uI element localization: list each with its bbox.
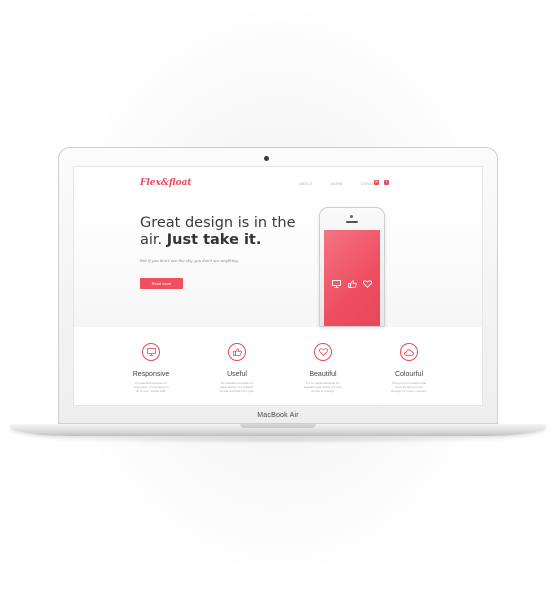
nav-item-work[interactable]: WORK (331, 182, 343, 186)
site-logo[interactable]: Flex&float (140, 178, 192, 188)
feature-beautiful: Beautiful It's so useful because it's be… (292, 343, 354, 393)
phone-mockup (319, 207, 385, 327)
feature-title: Responsive (132, 371, 170, 378)
thumbs-up-icon (228, 343, 246, 361)
feature-title: Colourful (394, 371, 423, 378)
monitor-icon (332, 280, 341, 288)
heart-icon (363, 280, 372, 288)
phone-screen (324, 230, 380, 326)
feature-responsive: Responsive It's beautiful because it's r… (120, 343, 182, 393)
feature-description: There is lot of colours that you love an… (390, 381, 428, 393)
cloud-icon (400, 343, 418, 361)
laptop-screen: Flex&float ABOUT WORK CONTACT ✉ f Great … (73, 166, 483, 406)
laptop-brand-label: MacBook Air (257, 412, 299, 419)
feature-title: Useful (227, 371, 247, 378)
monitor-icon (142, 343, 160, 361)
laptop-shadow (30, 436, 526, 444)
features-row: Responsive It's beautiful because it's r… (120, 343, 440, 393)
hero-headline: Great design is in the air. Just take it… (140, 215, 310, 249)
laptop-bezel-bottom: MacBook Air (59, 407, 497, 424)
headline-bold: Just take it. (166, 232, 262, 248)
webcam (264, 156, 269, 161)
feature-description: It's so useful because it's beautiful an… (304, 381, 342, 393)
nav-item-about[interactable]: ABOUT (299, 182, 313, 186)
feature-colourful: Colourful There is lot of colours that y… (378, 343, 440, 393)
social-links: ✉ f (374, 180, 389, 185)
mail-icon[interactable]: ✉ (374, 180, 379, 185)
phone-camera (350, 215, 353, 218)
feature-description: It's beautiful because it's great design… (219, 381, 255, 393)
feature-useful: Useful It's beautiful because it's great… (206, 343, 268, 393)
facebook-icon[interactable]: f (384, 180, 389, 185)
phone-speaker (346, 221, 358, 223)
phone-icon-row (332, 280, 372, 288)
main-nav: ABOUT WORK CONTACT (299, 182, 379, 186)
feature-description: It's beautiful because it's responsive, … (133, 381, 169, 393)
thumbs-up-icon (347, 280, 357, 288)
read-more-button[interactable]: Read more (140, 278, 183, 289)
laptop-opening-notch (240, 424, 316, 428)
hero-tagline: But if you don't see the sky, you don't … (140, 258, 239, 263)
feature-title: Beautiful (309, 371, 337, 378)
heart-icon (314, 343, 332, 361)
